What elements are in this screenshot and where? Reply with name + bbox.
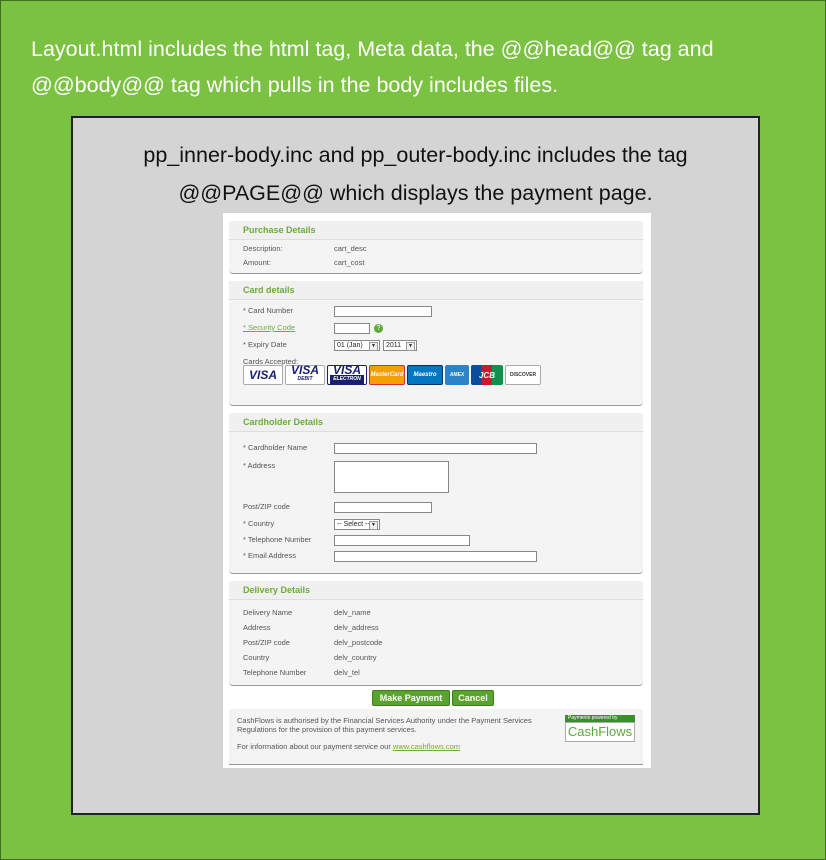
- mastercard-logo: MasterCard: [369, 365, 405, 385]
- email-input[interactable]: [334, 551, 537, 562]
- layout-container: Layout.html includes the html tag, Meta …: [0, 0, 826, 860]
- description-value: cart_desc: [334, 244, 367, 253]
- footer-section: CashFlows is authorised by the Financial…: [229, 709, 643, 765]
- delivery-name-value: delv_name: [334, 608, 371, 617]
- delivery-telephone-label: Telephone Number: [243, 668, 307, 677]
- footer-authorisation-text: CashFlows is authorised by the Financial…: [237, 716, 532, 734]
- help-icon[interactable]: ?: [374, 324, 383, 333]
- country-label: * Country: [243, 519, 275, 528]
- security-code-input[interactable]: [334, 323, 370, 334]
- delivery-address-value: delv_address: [334, 623, 379, 632]
- card-details-section: Card details * Card Number * Security Co…: [229, 281, 643, 406]
- email-label: * Email Address: [243, 551, 296, 560]
- footer-info: For information about our payment servic…: [237, 742, 460, 751]
- expiry-year-select[interactable]: 2011 ▼: [383, 340, 417, 351]
- payment-page-screenshot: Purchase Details Description: cart_desc …: [223, 213, 651, 768]
- cardholder-details-title: Cardholder Details: [229, 413, 643, 432]
- country-value: -- Select --: [337, 521, 370, 528]
- dropdown-arrow-icon: ▼: [369, 342, 378, 351]
- cashflows-logo: CashFlows: [565, 722, 635, 742]
- cardholder-details-section: Cardholder Details * Cardholder Name * A…: [229, 413, 643, 574]
- address-label: * Address: [243, 461, 276, 470]
- visa-debit-logo: VISA DEBIT: [285, 363, 325, 385]
- delivery-country-label: Country: [243, 653, 270, 662]
- visa-debit-text: VISA: [290, 363, 319, 377]
- expiry-month-value: 01 (Jan): [337, 342, 363, 349]
- card-number-label: * Card Number: [243, 306, 294, 315]
- expiry-date-label: * Expiry Date: [243, 340, 287, 349]
- badge-top-text: Payments powered by: [565, 715, 635, 722]
- visa-electron-logo: VISA ELECTRON: [327, 363, 367, 385]
- purchase-details-title: Purchase Details: [229, 221, 643, 240]
- visa-electron-text: VISA: [332, 363, 361, 377]
- discover-logo: DISCOVER: [505, 365, 541, 385]
- jcb-logo: JCB: [471, 365, 503, 385]
- delivery-name-label: Delivery Name: [243, 608, 293, 617]
- delivery-details-section: Delivery Details Delivery Name delv_name…: [229, 581, 643, 686]
- maestro-logo: Maestro: [407, 365, 443, 385]
- layout-description: Layout.html includes the html tag, Meta …: [31, 37, 714, 97]
- footer-info-text: For information about our payment servic…: [237, 742, 391, 751]
- postcode-input[interactable]: [334, 502, 432, 513]
- amount-label: Amount:: [243, 258, 271, 267]
- visa-logo: VISA: [243, 365, 283, 385]
- country-select[interactable]: -- Select -- ▼: [334, 519, 380, 530]
- telephone-input[interactable]: [334, 535, 470, 546]
- delivery-postcode-value: delv_postcode: [334, 638, 383, 647]
- visa-electron-sub: ELECTRON: [330, 375, 364, 384]
- description-label: Description:: [243, 244, 283, 253]
- cardholder-name-label: * Cardholder Name: [243, 443, 308, 452]
- dropdown-arrow-icon: ▼: [369, 521, 378, 530]
- expiry-month-select[interactable]: 01 (Jan) ▼: [334, 340, 380, 351]
- card-logos: VISA VISA DEBIT VISA ELECTRON MasterCard M…: [243, 363, 541, 385]
- address-textarea[interactable]: [334, 461, 449, 493]
- delivery-details-title: Delivery Details: [229, 581, 643, 600]
- delivery-telephone-value: delv_tel: [334, 668, 360, 677]
- card-number-input[interactable]: [334, 306, 432, 317]
- cashflows-link[interactable]: www.cashflows.com: [393, 742, 460, 751]
- purchase-details-section: Purchase Details Description: cart_desc …: [229, 221, 643, 274]
- amount-value: cart_cost: [334, 258, 365, 267]
- expiry-year-value: 2011: [386, 342, 402, 349]
- body-include-description: pp_inner-body.inc and pp_outer-body.inc …: [143, 143, 688, 205]
- visa-debit-sub: DEBIT: [297, 376, 313, 382]
- dropdown-arrow-icon: ▼: [406, 342, 415, 351]
- telephone-label: * Telephone Number: [243, 535, 312, 544]
- delivery-address-label: Address: [243, 623, 271, 632]
- make-payment-button[interactable]: Make Payment: [372, 690, 450, 706]
- amex-logo: AMEX: [445, 365, 469, 385]
- cancel-button[interactable]: Cancel: [452, 690, 494, 706]
- security-code-label[interactable]: * Security Code: [243, 323, 295, 332]
- delivery-postcode-label: Post/ZIP code: [243, 638, 290, 647]
- delivery-country-value: delv_country: [334, 653, 377, 662]
- body-include-container: pp_inner-body.inc and pp_outer-body.inc …: [71, 116, 760, 815]
- cashflows-badge: Payments powered by CashFlows: [565, 715, 635, 751]
- card-details-title: Card details: [229, 281, 643, 300]
- postcode-label: Post/ZIP code: [243, 502, 290, 511]
- cardholder-name-input[interactable]: [334, 443, 537, 454]
